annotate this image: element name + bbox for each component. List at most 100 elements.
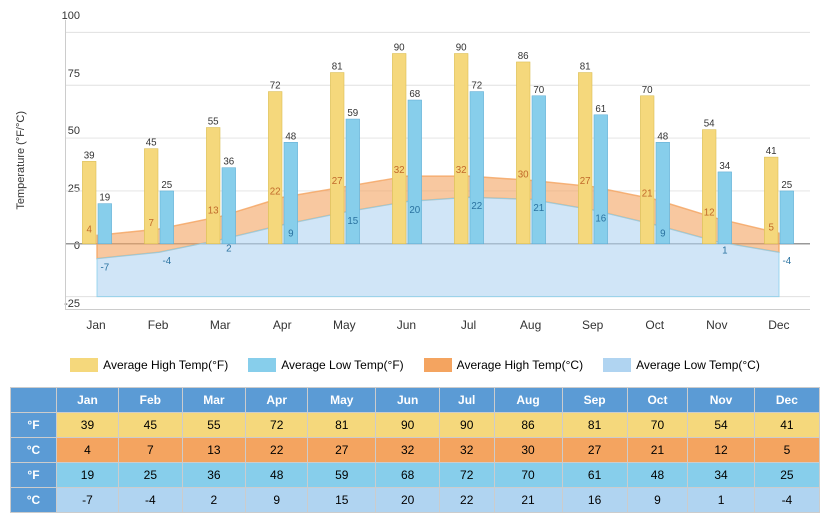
table-cell-low-f-jul: 72: [439, 463, 494, 488]
table-cell-low-f-dec: 25: [754, 463, 819, 488]
table-header-may: May: [308, 388, 376, 413]
table-header-nov: Nov: [688, 388, 755, 413]
svg-text:21: 21: [642, 188, 653, 199]
table-header-jan: Jan: [56, 388, 118, 413]
table-cell-high-c-apr: 22: [246, 438, 308, 463]
svg-text:90: 90: [394, 43, 405, 54]
svg-text:30: 30: [518, 169, 529, 180]
x-label-oct: Oct: [624, 310, 686, 350]
svg-text:36: 36: [223, 157, 234, 168]
svg-text:39: 39: [84, 150, 95, 161]
svg-text:61: 61: [595, 104, 606, 115]
table-cell-low-f-mar: 36: [182, 463, 246, 488]
table-cell-high-c-aug: 30: [494, 438, 562, 463]
table-cell-high-f-jun: 90: [376, 413, 440, 438]
plot-area: 39194-745257-455361327248229815927159068…: [65, 20, 810, 310]
table-cell-high-f-dec: 41: [754, 413, 819, 438]
svg-text:-4: -4: [162, 256, 171, 267]
table-header-jun: Jun: [376, 388, 440, 413]
table-row-high-f: °F394555728190908681705441: [11, 413, 820, 438]
svg-text:15: 15: [347, 216, 358, 227]
svg-text:21: 21: [533, 203, 544, 214]
table-cell-low-c-jan: -7: [56, 488, 118, 513]
table-cell-low-f-sep: 61: [562, 463, 627, 488]
svg-text:86: 86: [518, 51, 529, 62]
table-header-aug: Aug: [494, 388, 562, 413]
y-axis-title: Temperature (°F/°C): [12, 10, 30, 310]
svg-text:48: 48: [657, 131, 668, 142]
legend-label-low-f: Average Low Temp(°F): [281, 358, 403, 372]
svg-text:9: 9: [288, 229, 293, 240]
svg-text:68: 68: [409, 89, 420, 100]
table-cell-high-f-nov: 54: [688, 413, 755, 438]
legend-box-high-f: [70, 358, 98, 372]
svg-text:25: 25: [781, 180, 792, 191]
table-header-apr: Apr: [246, 388, 308, 413]
table-cell-high-c-jan: 4: [56, 438, 118, 463]
table-cell-low-f-jun: 68: [376, 463, 440, 488]
legend-label-low-c: Average Low Temp(°C): [636, 358, 760, 372]
svg-text:59: 59: [347, 108, 358, 119]
x-label-sep: Sep: [562, 310, 624, 350]
x-label-dec: Dec: [748, 310, 810, 350]
svg-text:41: 41: [766, 146, 777, 157]
table-cell-high-f-mar: 55: [182, 413, 246, 438]
x-label-mar: Mar: [189, 310, 251, 350]
table-cell-low-f-oct: 48: [627, 463, 688, 488]
x-label-jan: Jan: [65, 310, 127, 350]
table-cell-low-c-may: 15: [308, 488, 376, 513]
x-label-jul: Jul: [437, 310, 499, 350]
svg-text:90: 90: [456, 43, 467, 54]
x-label-apr: Apr: [251, 310, 313, 350]
svg-text:1: 1: [722, 245, 727, 256]
table-cell-low-f-apr: 48: [246, 463, 308, 488]
table-cell-high-f-feb: 45: [119, 413, 183, 438]
svg-text:19: 19: [99, 193, 110, 204]
svg-text:20: 20: [409, 205, 420, 216]
table-cell-high-c-dec: 5: [754, 438, 819, 463]
svg-text:32: 32: [394, 165, 405, 176]
data-table: JanFebMarAprMayJunJulAugSepOctNovDec°F39…: [10, 387, 820, 513]
chart-area: Temperature (°F/°C) 100 75 50 25 0 -25 3…: [10, 10, 820, 350]
table-cell-low-c-dec: -4: [754, 488, 819, 513]
table-cell-high-c-mar: 13: [182, 438, 246, 463]
table-cell-low-c-aug: 21: [494, 488, 562, 513]
table-cell-low-c-apr: 9: [246, 488, 308, 513]
table-cell-high-f-aug: 86: [494, 413, 562, 438]
table-cell-high-c-feb: 7: [119, 438, 183, 463]
svg-text:4: 4: [86, 224, 92, 235]
svg-text:32: 32: [456, 165, 467, 176]
table-header-sep: Sep: [562, 388, 627, 413]
x-label-may: May: [313, 310, 375, 350]
table-cell-low-c-nov: 1: [688, 488, 755, 513]
table-row-low-f: °F192536485968727061483425: [11, 463, 820, 488]
legend-box-low-f: [248, 358, 276, 372]
table-row-low-c: °C-7-429152022211691-4: [11, 488, 820, 513]
svg-text:45: 45: [146, 138, 157, 149]
svg-text:55: 55: [208, 117, 219, 128]
table-cell-low-f-feb: 25: [119, 463, 183, 488]
table-cell-high-c-jul: 32: [439, 438, 494, 463]
svg-text:72: 72: [270, 81, 281, 92]
svg-text:54: 54: [704, 119, 715, 130]
legend: Average High Temp(°F) Average Low Temp(°…: [10, 350, 820, 382]
row-label-high-f: °F: [11, 413, 57, 438]
x-label-jun: Jun: [375, 310, 437, 350]
table-cell-low-f-may: 59: [308, 463, 376, 488]
table-cell-high-c-nov: 12: [688, 438, 755, 463]
legend-low-f: Average Low Temp(°F): [248, 358, 403, 372]
legend-low-c: Average Low Temp(°C): [603, 358, 760, 372]
legend-box-low-c: [603, 358, 631, 372]
table-header-mar: Mar: [182, 388, 246, 413]
table-cell-low-c-jun: 20: [376, 488, 440, 513]
svg-text:-4: -4: [782, 256, 791, 267]
table-cell-low-c-jul: 22: [439, 488, 494, 513]
svg-text:7: 7: [148, 218, 153, 229]
svg-text:22: 22: [270, 186, 281, 197]
table-cell-high-c-jun: 32: [376, 438, 440, 463]
legend-high-c: Average High Temp(°C): [424, 358, 583, 372]
table-header-label: [11, 388, 57, 413]
svg-text:70: 70: [642, 85, 653, 96]
svg-text:27: 27: [332, 176, 343, 187]
svg-text:72: 72: [471, 81, 482, 92]
